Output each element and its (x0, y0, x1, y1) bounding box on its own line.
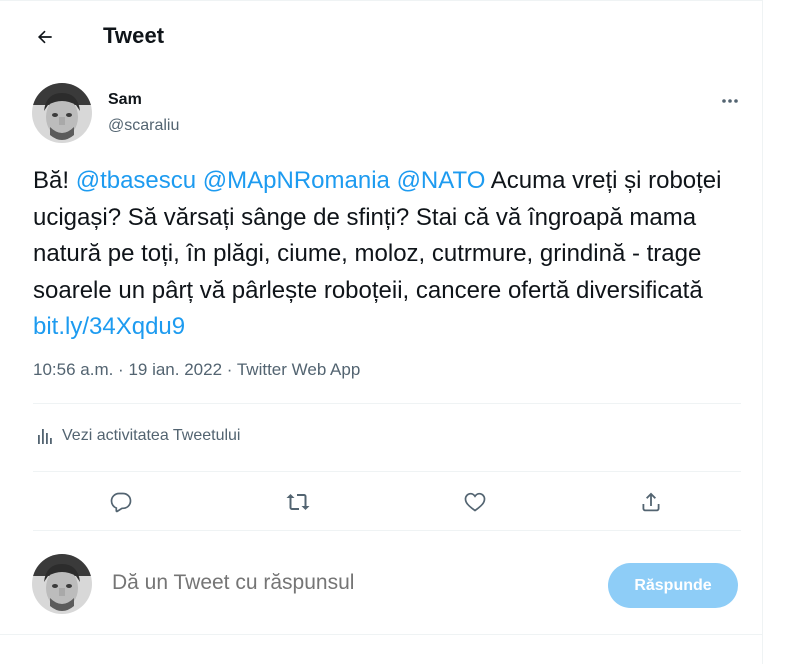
divider (33, 403, 741, 404)
like-action-button[interactable] (458, 485, 492, 519)
retweet-icon (286, 494, 310, 510)
meta-separator: · (113, 360, 129, 379)
arrow-left-icon (37, 30, 52, 44)
author-handle[interactable]: @scaraliu (108, 117, 179, 135)
top-bar: Tweet (0, 1, 762, 71)
tweet-text-segment: Bă! (33, 167, 76, 194)
tweet-text-segment (196, 167, 203, 194)
divider (33, 530, 741, 531)
tweet-time[interactable]: 10:56 a.m. (33, 360, 113, 379)
user-avatar-icon (32, 83, 92, 143)
bar-chart-icon (38, 429, 52, 444)
more-horizontal-icon (722, 99, 738, 103)
current-user-avatar[interactable] (32, 554, 92, 614)
url-link[interactable]: bit.ly/34Xqdu9 (33, 313, 185, 340)
reply-action-button[interactable] (104, 485, 138, 519)
divider (33, 471, 741, 472)
tweet-date[interactable]: 19 ian. 2022 (128, 360, 222, 379)
page-title: Tweet (103, 23, 165, 48)
tweet-text: Bă! @tbasescu @MApNRomania @NATO Acuma v… (33, 163, 745, 346)
more-options-button[interactable] (713, 87, 747, 115)
mention-link[interactable]: @tbasescu (76, 167, 196, 194)
share-icon (642, 492, 660, 512)
activity-label: Vezi activitatea Tweetului (62, 427, 241, 444)
mention-link[interactable]: @MApNRomania (203, 167, 390, 194)
mention-link[interactable]: @NATO (397, 167, 486, 194)
meta-separator: · (222, 360, 237, 379)
view-activity-link[interactable]: Vezi activitatea Tweetului (37, 427, 240, 445)
divider (0, 634, 762, 635)
reply-button[interactable]: Răspunde (608, 563, 738, 608)
scrollbar-track[interactable] (778, 0, 787, 664)
comment-icon (110, 492, 132, 513)
author-name[interactable]: Sam (108, 91, 142, 109)
tweet-text-segment (390, 167, 397, 194)
share-action-button[interactable] (634, 485, 668, 519)
back-button[interactable] (26, 18, 64, 56)
user-avatar-icon (32, 554, 92, 614)
heart-icon (464, 492, 486, 512)
author-avatar[interactable] (32, 83, 92, 143)
tweet-page: Tweet Sam @scaraliu Bă! @tbasescu @MApNR… (0, 0, 763, 664)
reply-input[interactable] (112, 571, 572, 595)
tweet-source-app[interactable]: Twitter Web App (237, 360, 360, 379)
retweet-action-button[interactable] (281, 485, 315, 519)
tweet-meta: 10:56 a.m. · 19 ian. 2022 · Twitter Web … (33, 360, 360, 380)
